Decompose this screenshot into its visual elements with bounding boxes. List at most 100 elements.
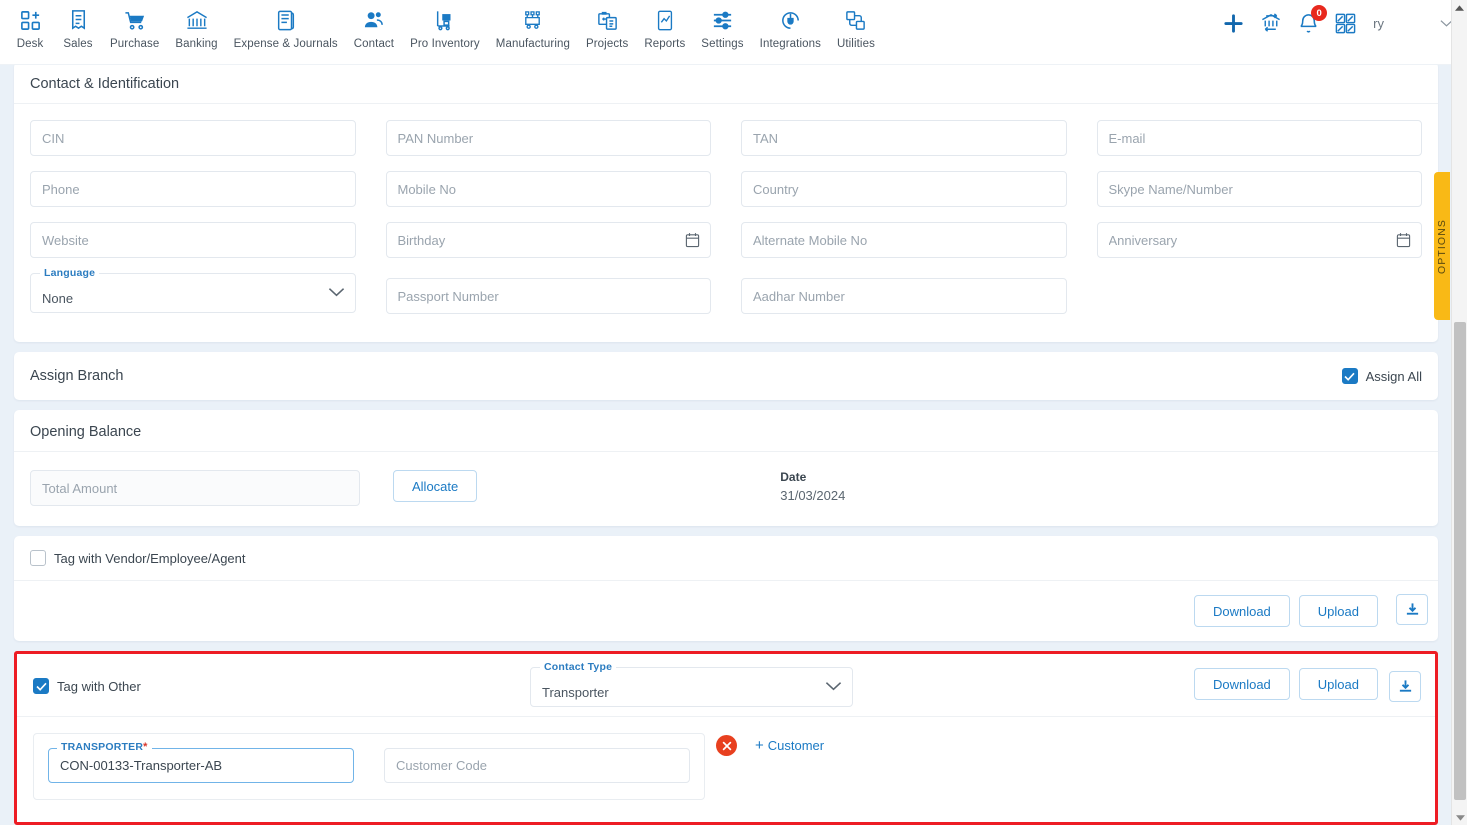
assign-all-checkbox[interactable]	[1341, 368, 1358, 384]
nav-item-label: Settings	[701, 38, 744, 50]
banking-bank-icon	[185, 7, 209, 33]
chevron-down-icon[interactable]	[825, 679, 842, 697]
nav-item-integrations[interactable]: Integrations	[752, 0, 829, 50]
nav-item-banking[interactable]: Banking	[167, 0, 225, 50]
tag-other-label: Tag with Other	[57, 678, 141, 694]
alternate-mobile-no-input[interactable]	[741, 222, 1067, 258]
contact-type-value: Transporter	[542, 685, 609, 700]
contact-identification-card: Contact & Identification CIN PAN Number …	[14, 62, 1438, 342]
nav-item-label: Projects	[585, 38, 629, 50]
field-anniversary	[1096, 222, 1422, 273]
scrollable-form-area: Contact & Identification CIN PAN Number …	[0, 58, 1452, 825]
field-country	[741, 171, 1067, 222]
download-button[interactable]: Download	[1193, 668, 1290, 700]
assign-branch-row: Assign Branch Assign All	[14, 352, 1438, 400]
tag-vendor-card: Tag with Vendor/Employee/Agent Download …	[14, 536, 1438, 641]
upload-button[interactable]: Upload	[1298, 595, 1378, 627]
field-contact-type: Contact Type Transporter	[530, 661, 853, 707]
upload-button[interactable]: Upload	[1298, 668, 1378, 700]
nav-item-expense-journals[interactable]: Expense & Journals	[226, 0, 346, 50]
assign-all-checkbox-row[interactable]: Assign All	[1341, 368, 1422, 384]
customer-code-input[interactable]	[384, 748, 690, 783]
integrations-plug-icon	[779, 7, 802, 33]
switch-bank-icon[interactable]	[1259, 12, 1283, 35]
website-input[interactable]	[30, 222, 356, 258]
page-scrollbar[interactable]	[1451, 0, 1467, 825]
nav-right-actions: 0 ry	[1222, 5, 1453, 35]
apps-grid-icon[interactable]	[1334, 12, 1357, 35]
field-passport-number	[385, 273, 711, 324]
options-side-tab[interactable]: OPTIONS	[1434, 172, 1450, 320]
nav-item-contact[interactable]: Contact	[346, 0, 402, 50]
country-input[interactable]	[741, 171, 1067, 207]
transporter-input[interactable]	[48, 748, 354, 783]
contact-type-select[interactable]: Contact Type Transporter	[530, 661, 853, 707]
tag-other-card-highlighted: Tag with Other Contact Type Transporter …	[14, 651, 1438, 825]
tag-vendor-checkbox-row[interactable]: Tag with Vendor/Employee/Agent	[30, 550, 246, 566]
pan-number-input[interactable]	[385, 120, 711, 156]
total-amount-input[interactable]	[30, 470, 360, 506]
bell-icon[interactable]: 0	[1297, 5, 1328, 35]
birthday-input[interactable]	[385, 222, 711, 258]
nav-item-manufacturing[interactable]: Manufacturing	[488, 0, 578, 50]
opening-balance-date: Date 31/03/2024	[780, 470, 845, 503]
field-alternate-mobile-no	[741, 222, 1067, 273]
tag-other-checkbox-row[interactable]: Tag with Other	[33, 678, 141, 694]
manufacturing-machine-icon	[521, 7, 544, 33]
field-transporter: TRANSPORTER*	[48, 741, 354, 783]
field-pan-number	[385, 120, 711, 171]
plus-icon[interactable]	[1222, 12, 1245, 35]
download-tray-icon-button[interactable]	[1389, 671, 1421, 702]
anniversary-input[interactable]	[1096, 222, 1422, 258]
nav-item-reports[interactable]: Reports	[636, 0, 693, 50]
tan-input[interactable]	[741, 120, 1067, 156]
skype-input[interactable]	[1096, 171, 1422, 207]
remove-circle-x-icon[interactable]	[716, 735, 737, 756]
nav-item-utilities[interactable]: Utilities	[829, 0, 883, 50]
nav-item-sales[interactable]: Sales	[54, 0, 102, 50]
cin-input[interactable]	[30, 120, 356, 156]
aadhar-number-input[interactable]	[741, 278, 1067, 314]
scroll-down-arrow-icon[interactable]	[1452, 809, 1467, 825]
tag-other-checkbox[interactable]	[33, 678, 49, 694]
download-tray-icon-button[interactable]	[1396, 594, 1428, 625]
tag-other-actions: Download Upload	[1193, 668, 1378, 700]
scroll-up-arrow-icon[interactable]	[1452, 0, 1467, 16]
nav-item-label: Purchase	[110, 38, 160, 50]
add-customer-link[interactable]: + Customer	[755, 738, 824, 753]
passport-number-input[interactable]	[385, 278, 711, 314]
nav-item-desk[interactable]: Desk	[6, 0, 54, 50]
mobile-no-input[interactable]	[385, 171, 711, 207]
desk-grid-plus-icon	[19, 7, 42, 33]
scrollbar-thumb[interactable]	[1454, 322, 1466, 800]
contact-fields-grid: Language None	[14, 104, 1438, 342]
top-navigation-bar: Desk Sales Purchase Banking Expense & Jo…	[0, 0, 1467, 65]
chevron-down-icon[interactable]	[328, 285, 345, 303]
add-customer-label: Customer	[767, 738, 825, 753]
download-button[interactable]: Download	[1193, 595, 1290, 627]
field-phone	[30, 171, 356, 222]
nav-item-label: Desk	[16, 38, 44, 50]
nav-item-label: Pro Inventory	[410, 38, 480, 50]
user-initials[interactable]: ry	[1373, 16, 1384, 31]
tag-vendor-actions: Download Upload	[14, 580, 1438, 641]
purchase-cart-icon	[123, 7, 147, 33]
language-label: Language	[40, 267, 100, 279]
nav-item-label: Utilities	[836, 38, 875, 50]
nav-item-projects[interactable]: Projects	[578, 0, 636, 50]
nav-item-pro-inventory[interactable]: Pro Inventory	[402, 0, 488, 50]
contact-type-label: Contact Type	[540, 661, 617, 673]
projects-clipboard-icon	[596, 7, 619, 33]
transporter-entry-row: TRANSPORTER* + Customer	[17, 716, 1435, 822]
nav-item-settings[interactable]: Settings	[693, 0, 751, 50]
email-input[interactable]	[1096, 120, 1422, 156]
language-select[interactable]: Language None	[30, 267, 356, 313]
tag-vendor-checkbox[interactable]	[30, 550, 46, 566]
nav-item-label: Reports	[644, 38, 686, 50]
field-birthday	[385, 222, 711, 273]
nav-item-label: Contact	[353, 38, 395, 50]
phone-input[interactable]	[30, 171, 356, 207]
field-language: Language None	[30, 267, 356, 319]
nav-item-purchase[interactable]: Purchase	[102, 0, 167, 50]
allocate-button[interactable]: Allocate	[393, 470, 478, 502]
